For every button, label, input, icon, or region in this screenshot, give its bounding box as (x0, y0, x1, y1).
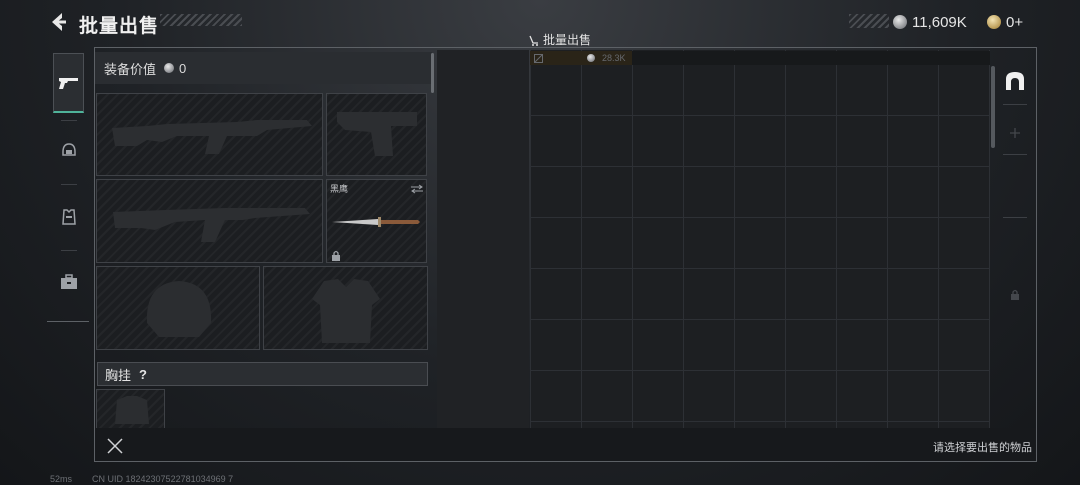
sell-icon (529, 35, 538, 46)
helmet-icon (61, 143, 76, 156)
slot-chest-rig[interactable] (96, 389, 165, 428)
melee-item-name: 黑鹰 (330, 184, 349, 194)
lock-icon (332, 250, 340, 261)
rail-stash[interactable] (1002, 68, 1028, 94)
rail-add[interactable] (1002, 120, 1028, 146)
tab-armor[interactable] (53, 187, 84, 247)
slot-body-armor[interactable] (263, 266, 428, 350)
rifle-icon (112, 120, 312, 154)
slot-primary-weapon[interactable] (96, 93, 323, 176)
sell-grid-header: 28.3K (530, 51, 990, 65)
equipment-value: 0 (179, 60, 187, 76)
close-icon (107, 438, 123, 454)
bulk-sell-text: 批量出售 (543, 33, 592, 47)
gold-amount: 0+ (1006, 13, 1024, 31)
footer-hint: 请选择要出售的物品 (933, 442, 1032, 454)
currency-decoration (849, 14, 889, 28)
equipment-value-label: 装备价值 (104, 61, 157, 77)
title-decoration (160, 14, 242, 26)
tab-weapons[interactable] (53, 53, 84, 113)
equipment-value-bar: 装备价值 0 (95, 52, 432, 84)
tab-backpacks[interactable] (53, 252, 84, 312)
stash-icon (1006, 72, 1024, 90)
sell-grid[interactable] (530, 50, 990, 428)
silver-amount: 11,609K (912, 13, 967, 31)
equipment-scrollbar[interactable] (431, 53, 434, 93)
slot-helmet[interactable] (96, 266, 260, 350)
pistol-icon (337, 112, 417, 156)
page-title: 批量出售 (79, 16, 160, 37)
close-button[interactable] (105, 436, 125, 456)
footer-bar (95, 428, 1036, 461)
chest-rig-header: 胸挂 ? (97, 362, 428, 386)
chest-rig-icon (115, 396, 149, 424)
plus-icon (1010, 128, 1020, 138)
tab-helmets[interactable] (53, 121, 84, 181)
status-bar: 52ms CN UID 18242307522781034969 7 (50, 474, 233, 484)
divider-area (437, 50, 529, 428)
container-icon (534, 53, 543, 63)
briefcase-icon (60, 274, 77, 289)
slot-secondary-weapon[interactable] (96, 179, 323, 263)
armor-icon (312, 279, 380, 343)
silver-coin-icon (893, 15, 907, 29)
grid-scrollbar[interactable] (991, 66, 995, 148)
helmet-icon (146, 281, 212, 337)
category-sidebar (47, 50, 89, 322)
sell-capacity-value: 28.3K (602, 53, 626, 63)
gold-coin-icon (987, 15, 1001, 29)
chest-rig-label: 胸挂 (105, 367, 132, 383)
uid-text: CN UID 18242307522781034969 7 (92, 474, 234, 484)
silver-coin-icon (164, 63, 175, 73)
knife-icon (332, 217, 420, 227)
gold-currency[interactable]: 0+ (987, 13, 1023, 31)
lock-icon (1011, 289, 1019, 300)
pistol-icon (58, 77, 78, 89)
swap-icon[interactable] (410, 184, 424, 194)
bulk-sell-indicator: 批量出售 (528, 31, 591, 48)
slot-sidearm[interactable] (326, 93, 427, 176)
equipment-panel: 装备价值 0 黑鹰 胸挂 ? (95, 52, 432, 428)
help-icon[interactable]: ? (139, 367, 147, 382)
container-rail (996, 50, 1034, 428)
rifle-icon (113, 208, 310, 242)
silver-currency: 11,609K (893, 13, 967, 31)
sell-value-tag: 28.3K (530, 51, 632, 65)
slot-melee[interactable]: 黑鹰 (326, 179, 427, 263)
vest-icon (61, 209, 76, 225)
rail-locked (1002, 282, 1028, 308)
back-button[interactable] (46, 10, 70, 34)
silver-coin-icon (587, 54, 595, 62)
chevron-left-icon (52, 13, 66, 31)
ping-value: 52ms (50, 474, 73, 484)
